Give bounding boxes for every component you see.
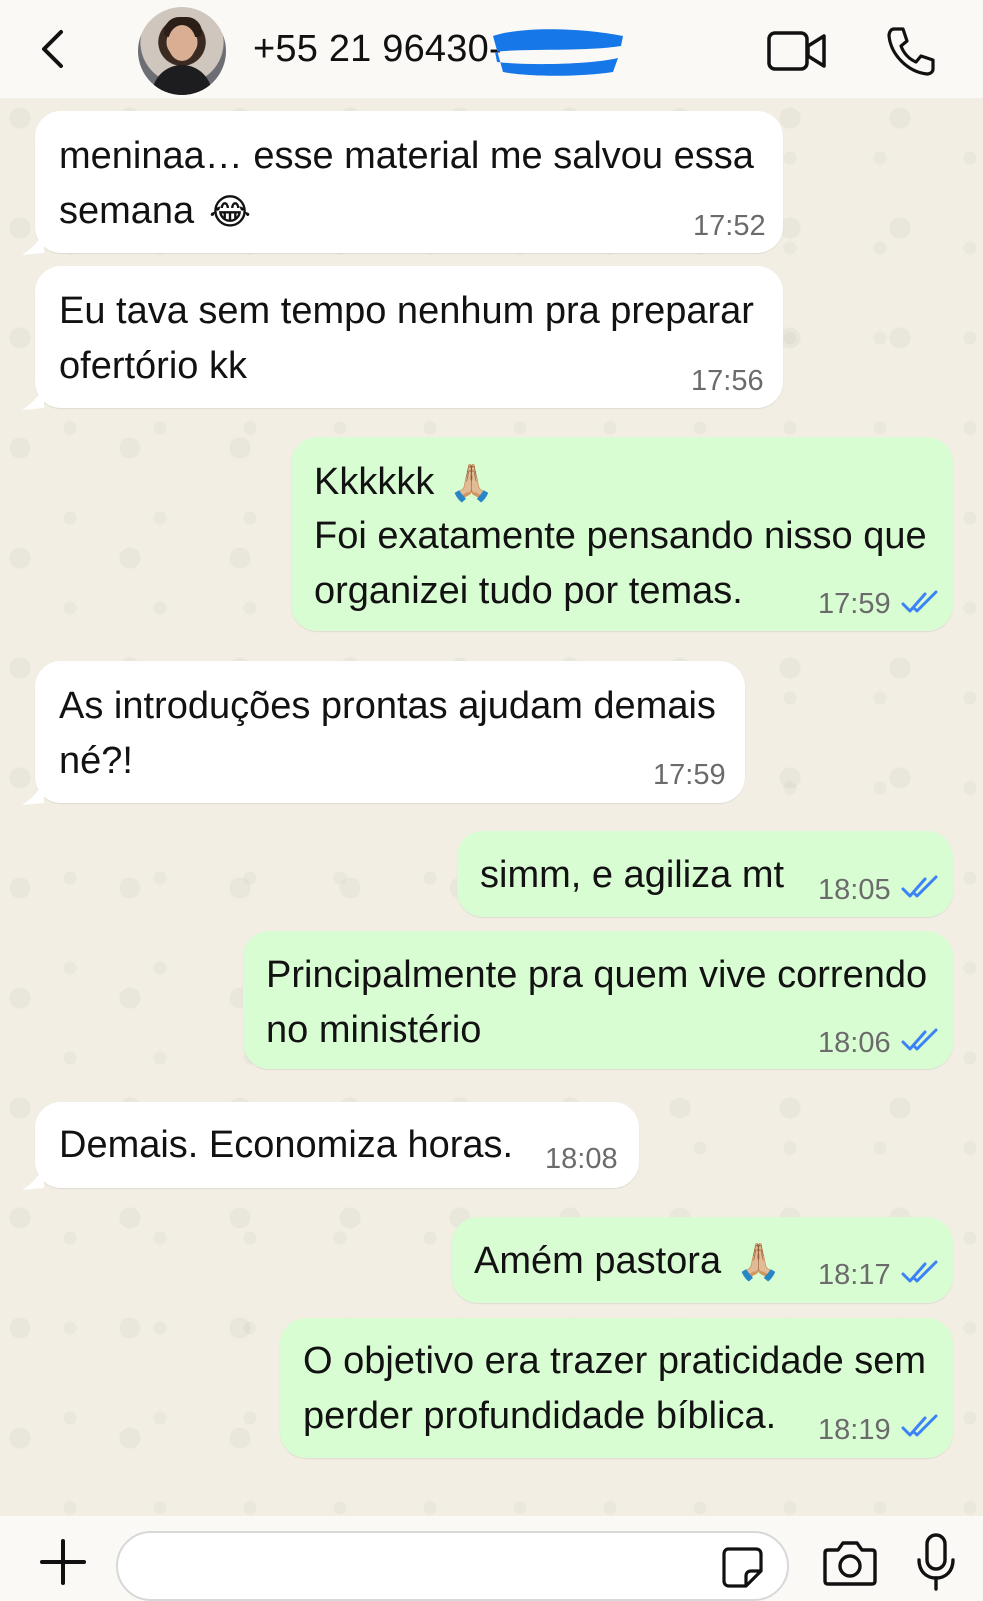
message-time: 18:05 [818, 874, 891, 906]
message-time: 18:17 [818, 1259, 891, 1291]
back-button[interactable] [30, 24, 80, 74]
message-time: 17:59 [818, 588, 891, 620]
message-time: 17:56 [691, 365, 764, 397]
double-check-read-icon [901, 590, 938, 613]
chevron-left-icon [42, 30, 63, 68]
avatar[interactable] [138, 7, 226, 95]
message-time: 17:59 [653, 759, 726, 791]
message-text: Eu tava sem tempo nenhum pra preparar [59, 290, 754, 332]
double-check-read-icon [901, 1260, 938, 1283]
bubble-tail [22, 233, 44, 255]
message-text: ofertório kk [59, 345, 247, 387]
contact-name[interactable]: +55 21 96430- [253, 28, 502, 71]
video-camera-icon [767, 31, 826, 71]
camera-button[interactable] [822, 1538, 878, 1588]
plus-icon [40, 1539, 86, 1585]
message-text: Amém pastora [474, 1240, 722, 1282]
microphone-icon [917, 1533, 955, 1591]
voice-call-button[interactable] [884, 24, 938, 78]
message-text: Foi exatamente pensando nisso que [314, 515, 927, 557]
message-time: 18:06 [818, 1027, 891, 1059]
message-text: perder profundidade bíblica. [303, 1395, 777, 1437]
laughing-emoji-icon: 😂 [209, 191, 252, 232]
voice-message-button[interactable] [915, 1532, 957, 1592]
message-text: né?! [59, 740, 133, 782]
message-time: 17:52 [693, 210, 766, 242]
message-text: Demais. Economiza horas. [59, 1124, 514, 1166]
message-text: semana [59, 190, 195, 232]
sticker-icon [722, 1547, 763, 1588]
praying-hands-emoji-icon: 🙏🏼 [449, 462, 494, 503]
bubble-tail [22, 783, 44, 805]
message-input[interactable] [116, 1531, 789, 1601]
message-text: meninaa… esse material me salvou essa [59, 135, 754, 177]
double-check-read-icon [901, 875, 938, 898]
message-time: 18:08 [545, 1143, 618, 1175]
message-text: Principalmente pra quem vive correndo [266, 954, 928, 996]
sticker-button[interactable] [720, 1545, 764, 1589]
bubble-tail [22, 388, 44, 410]
message-text: O objetivo era trazer praticidade sem [303, 1340, 927, 1382]
video-call-button[interactable] [766, 28, 828, 74]
redaction-scribble [493, 29, 623, 76]
phone-icon [887, 27, 935, 76]
message-text: Kkkkkk [314, 461, 435, 503]
double-check-read-icon [901, 1414, 938, 1437]
message-text: As introduções prontas ajudam demais [59, 685, 716, 727]
bubble-tail [22, 1168, 44, 1190]
message-time: 18:19 [818, 1414, 891, 1446]
attach-button[interactable] [38, 1537, 88, 1587]
double-check-read-icon [901, 1028, 938, 1051]
camera-icon [823, 1541, 877, 1586]
message-text: simm, e agiliza mt [480, 854, 785, 896]
praying-hands-emoji-icon: 🙏🏼 [736, 1241, 781, 1282]
message-text: organizei tudo por temas. [314, 570, 743, 612]
message-text: no ministério [266, 1009, 482, 1051]
